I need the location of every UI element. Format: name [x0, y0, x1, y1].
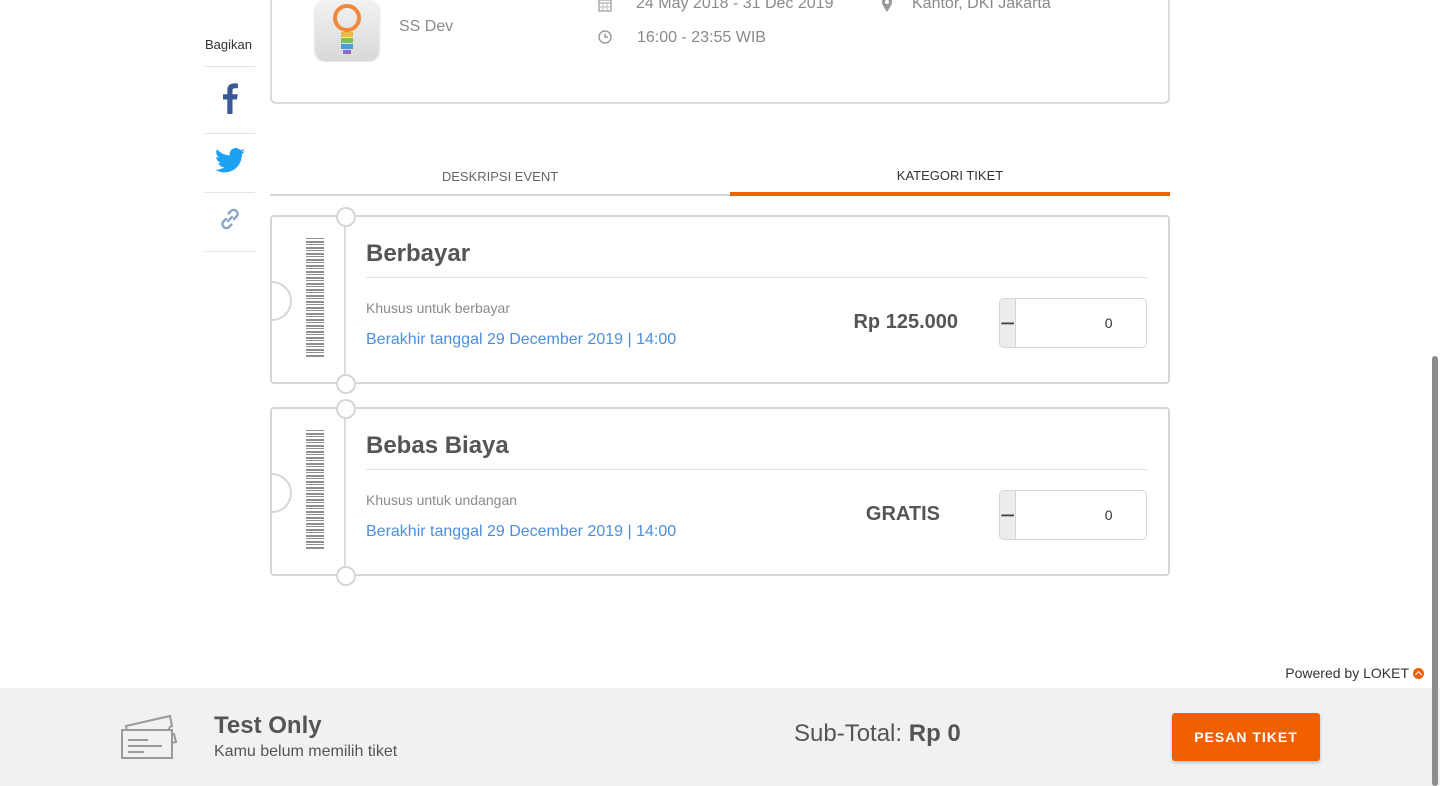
decrement-button[interactable]: − — [1000, 491, 1017, 539]
ticket-end-date: Berakhir tanggal 29 December 2019 | 14:0… — [366, 523, 677, 540]
clock-icon — [597, 29, 613, 45]
quantity-stepper: − + — [999, 490, 1147, 540]
ticket-name: Bebas Biaya — [366, 432, 509, 459]
quantity-input[interactable] — [1016, 491, 1146, 539]
event-summary-card — [270, 0, 1170, 104]
organizer-name: SS Dev — [399, 18, 454, 35]
quantity-stepper: − + — [999, 298, 1147, 348]
scrollbar[interactable] — [1432, 356, 1438, 786]
calendar-icon — [597, 0, 613, 13]
ticket-notch — [272, 473, 292, 513]
tickets-icon — [118, 712, 178, 767]
ticket-description: Khusus untuk berbayar — [366, 300, 510, 316]
ticket-stub-divider — [344, 416, 346, 566]
ticket-name: Berbayar — [366, 240, 471, 267]
ticket-price: GRATIS — [865, 503, 940, 525]
chevron-up-icon — [1413, 667, 1424, 679]
event-location: Kantor, DKI Jakarta — [912, 0, 1051, 12]
facebook-icon[interactable] — [205, 78, 255, 118]
divider — [205, 192, 255, 193]
divider — [366, 277, 1148, 278]
event-time: 16:00 - 23:55 WIB — [637, 29, 766, 46]
barcode-icon — [306, 238, 324, 358]
event-date: 24 May 2018 - 31 Dec 2019 — [636, 0, 834, 12]
powered-by-label: Powered by LOKET — [1285, 665, 1409, 681]
ticket-stub-divider — [344, 224, 346, 374]
tab-deskripsi-event[interactable]: DESKRIPSI EVENT — [270, 158, 730, 196]
location-pin-icon — [879, 0, 895, 13]
ticket-notch — [336, 399, 356, 419]
ticket-description: Khusus untuk undangan — [366, 492, 518, 508]
ticket-notch — [336, 207, 356, 227]
organizer-logo — [315, 0, 379, 60]
tab-kategori-tiket[interactable]: KATEGORI TIKET — [730, 158, 1170, 196]
ticket-notch — [272, 281, 292, 321]
divider — [205, 133, 255, 134]
divider — [366, 469, 1148, 470]
subtotal-value: Rp 0 — [908, 720, 961, 747]
lightbulb-icon — [333, 4, 361, 54]
order-ticket-button[interactable]: PESAN TIKET — [1172, 713, 1320, 761]
divider — [205, 66, 255, 67]
decrement-button[interactable]: − — [1000, 299, 1017, 347]
share-label: Bagikan — [205, 37, 252, 52]
link-icon[interactable] — [205, 205, 255, 233]
ticket-end-date: Berakhir tanggal 29 December 2019 | 14:0… — [366, 331, 677, 348]
twitter-icon[interactable] — [205, 145, 255, 175]
event-title: Test Only — [214, 712, 322, 739]
ticket-price: Rp 125.000 — [853, 311, 958, 333]
subtotal-label: Sub-Total: — [794, 720, 903, 747]
ticket-notch — [336, 566, 356, 586]
selection-status: Kamu belum memilih tiket — [214, 743, 398, 760]
quantity-input[interactable] — [1016, 299, 1146, 347]
divider — [205, 251, 255, 252]
powered-by-loket[interactable]: Powered by LOKET — [1285, 665, 1424, 681]
barcode-icon — [306, 430, 324, 550]
subtotal: Sub-Total: Rp 0 — [794, 720, 961, 748]
ticket-notch — [336, 374, 356, 394]
